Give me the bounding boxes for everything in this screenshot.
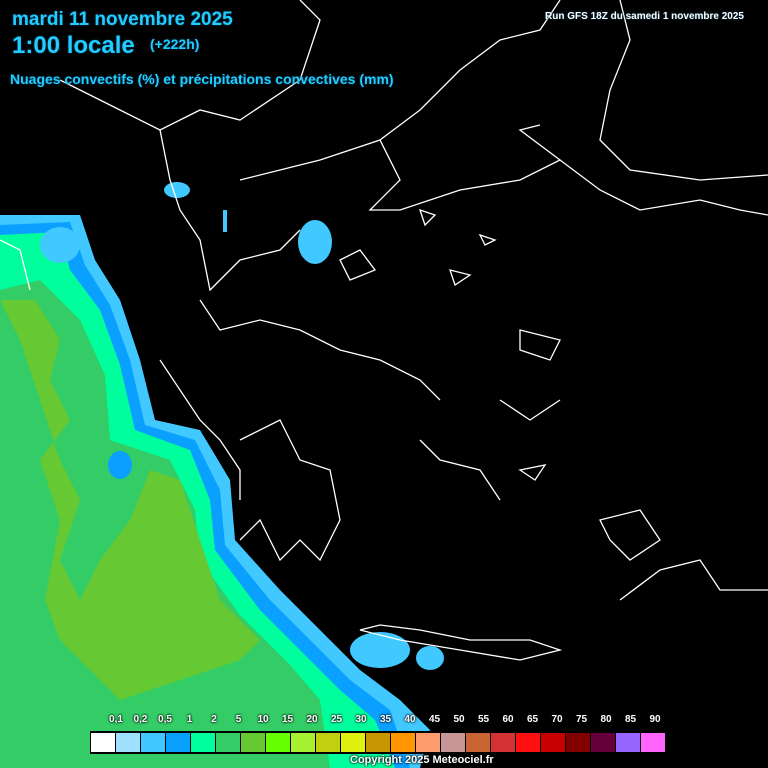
legend-label: 50 (453, 714, 465, 725)
legend-swatch (540, 732, 566, 753)
legend-swatch (165, 732, 191, 753)
legend-swatch (390, 732, 416, 753)
legend-label: 30 (355, 714, 367, 725)
legend-swatch (640, 732, 666, 753)
legend-swatch (365, 732, 391, 753)
legend-swatch (240, 732, 266, 753)
legend-label: 55 (477, 714, 490, 725)
precipitation-area (0, 182, 444, 768)
legend-label: 15 (281, 714, 294, 725)
legend-swatch (590, 732, 616, 753)
legend-label: 80 (600, 714, 612, 725)
legend-label: 25 (330, 714, 343, 725)
legend-swatch (265, 732, 291, 753)
legend-swatch (565, 732, 591, 753)
legend-swatch (515, 732, 541, 753)
legend-label: 1 (186, 714, 193, 725)
legend-swatch (440, 732, 466, 753)
parameter-title: Nuages convectifs (%) et précipitations … (10, 71, 394, 87)
legend-label: 20 (306, 714, 318, 725)
legend-label: 0,1 (109, 714, 123, 725)
legend-label: 90 (649, 714, 661, 725)
lead-time: (+222h) (150, 36, 200, 52)
legend-swatch (90, 732, 116, 753)
legend-swatch (140, 732, 166, 753)
legend-label: 75 (575, 714, 588, 725)
model-run: Run GFS 18Z du samedi 1 novembre 2025 (545, 11, 744, 22)
legend-label: 45 (428, 714, 441, 725)
legend-label: 10 (257, 714, 269, 725)
legend-label: 70 (551, 714, 563, 725)
legend-swatch (465, 732, 491, 753)
legend-label: 35 (379, 714, 392, 725)
legend-label: 2 (211, 714, 217, 725)
forecast-time: 1:00 locale (12, 32, 135, 59)
legend-swatch (340, 732, 366, 753)
legend-label: 5 (235, 714, 242, 725)
legend-label: 65 (526, 714, 539, 725)
legend-label: 60 (502, 714, 514, 725)
forecast-date: mardi 11 novembre 2025 (12, 9, 233, 30)
copyright: Copyright 2025 Meteociel.fr (350, 754, 494, 766)
legend-label: 0,2 (133, 714, 148, 725)
legend-swatch (215, 732, 241, 753)
legend-swatch (315, 732, 341, 753)
color-legend (90, 731, 667, 754)
legend-swatch (490, 732, 516, 753)
legend-label: 0,5 (158, 714, 172, 725)
legend-swatch (415, 732, 441, 753)
legend-label: 85 (624, 714, 637, 725)
weather-map (0, 0, 768, 768)
legend-labels: 0,1 0,2 0,5 1 2 5 10 15 20 25 30 35 40 45 50 55 60 65 70 75… (0, 714, 768, 728)
legend-label: 40 (404, 714, 416, 725)
legend-swatch (115, 732, 141, 753)
legend-swatch (190, 732, 216, 753)
legend-swatch (615, 732, 641, 753)
legend-swatch (290, 732, 316, 753)
